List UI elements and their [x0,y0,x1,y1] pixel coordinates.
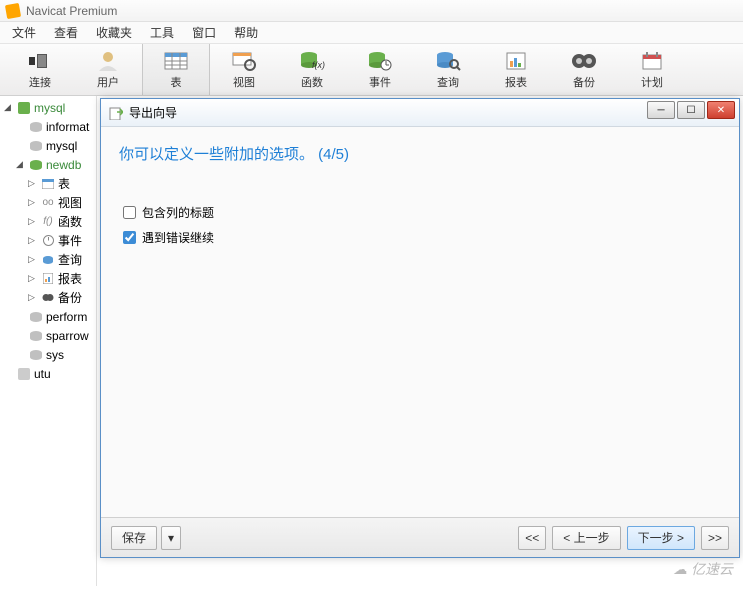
tool-connect[interactable]: 连接 [6,44,74,95]
checkbox-continue-on-error[interactable]: 遇到错误继续 [119,229,721,246]
toolbar: 连接 用户 表 视图 f(x) 函数 事件 查询 [0,44,743,96]
database-icon [29,329,43,343]
collapse-icon[interactable]: ◢ [4,102,14,113]
function-icon: f() [41,215,55,229]
app-titlebar: Navicat Premium [0,0,743,22]
report-icon [502,50,530,72]
export-icon [109,106,123,120]
view-icon [230,50,258,72]
database-icon [29,310,43,324]
expand-icon[interactable]: ▷ [28,178,38,189]
tree-backups[interactable]: ▷ 备份 [0,288,96,307]
server-icon [17,367,31,381]
tree-tables[interactable]: ▷ 表 [0,174,96,193]
view-icon: oo [41,196,55,210]
tool-query[interactable]: 查询 [414,44,482,95]
tool-func[interactable]: f(x) 函数 [278,44,346,95]
tool-event[interactable]: 事件 [346,44,414,95]
tool-backup[interactable]: 备份 [550,44,618,95]
event-icon [366,50,394,72]
prev-button[interactable]: < 上一步 [552,526,620,550]
user-icon [94,50,122,72]
dialog-footer: 保存 ▾ << < 上一步 下一步 > >> [101,517,739,557]
tree-reports[interactable]: ▷ 报表 [0,269,96,288]
query-icon [41,253,55,267]
tree-mysql-conn[interactable]: ◢ mysql [0,98,96,117]
svg-text:f(x): f(x) [312,60,325,70]
next-button[interactable]: 下一步 > [627,526,695,550]
watermark: ☁ 亿速云 [673,559,733,579]
chevron-down-icon: ▾ [168,531,174,545]
report-icon [41,272,55,286]
tree-queries[interactable]: ▷ 查询 [0,250,96,269]
tree-functions[interactable]: ▷f() 函数 [0,212,96,231]
menu-help[interactable]: 帮助 [234,24,258,41]
cloud-icon: ☁ [673,561,687,578]
function-icon: f(x) [298,50,326,72]
tool-user[interactable]: 用户 [74,44,142,95]
tree-db-sys[interactable]: sys [0,345,96,364]
tool-view[interactable]: 视图 [210,44,278,95]
minimize-button[interactable]: ─ [647,101,675,119]
plan-icon [638,50,666,72]
dialog-title: 导出向导 [129,104,177,121]
tree-events[interactable]: ▷ 事件 [0,231,96,250]
tree-db-mysql[interactable]: mysql [0,136,96,155]
save-button[interactable]: 保存 [111,526,157,550]
connection-tree: ◢ mysql informat mysql ◢ newdb ▷ 表 ▷oo 视… [0,96,97,586]
menu-view[interactable]: 查看 [54,24,78,41]
checkbox-include-header[interactable]: 包含列的标题 [119,204,721,221]
database-icon [29,120,43,134]
save-dropdown-button[interactable]: ▾ [161,526,181,550]
dialog-heading: 你可以定义一些附加的选项。 (4/5) [119,143,721,164]
backup-icon [41,291,55,305]
server-icon [17,101,31,115]
collapse-icon[interactable]: ◢ [16,159,26,170]
dialog-titlebar: 导出向导 ─ ☐ ✕ [101,99,739,127]
menu-window[interactable]: 窗口 [192,24,216,41]
tree-db-perform[interactable]: perform [0,307,96,326]
include-header-checkbox[interactable] [123,206,136,219]
close-button[interactable]: ✕ [707,101,735,119]
last-button[interactable]: >> [701,526,729,550]
table-icon [41,177,55,191]
table-icon [162,50,190,72]
continue-on-error-label: 遇到错误继续 [142,229,214,246]
tree-views[interactable]: ▷oo 视图 [0,193,96,212]
app-title: Navicat Premium [26,4,117,18]
menu-favorites[interactable]: 收藏夹 [96,24,132,41]
maximize-button[interactable]: ☐ [677,101,705,119]
menubar: 文件 查看 收藏夹 工具 窗口 帮助 [0,22,743,44]
menu-file[interactable]: 文件 [12,24,36,41]
continue-on-error-checkbox[interactable] [123,231,136,244]
query-icon [434,50,462,72]
tree-utu-conn[interactable]: utu [0,364,96,383]
include-header-label: 包含列的标题 [142,204,214,221]
plug-icon [26,50,54,72]
export-wizard-dialog: 导出向导 ─ ☐ ✕ 你可以定义一些附加的选项。 (4/5) 包含列的标题 遇到… [100,98,740,558]
database-icon [29,139,43,153]
tool-table[interactable]: 表 [142,44,210,95]
tree-db-information[interactable]: informat [0,117,96,136]
menu-tools[interactable]: 工具 [150,24,174,41]
tool-plan[interactable]: 计划 [618,44,686,95]
app-icon [5,2,21,18]
backup-icon [570,50,598,72]
tool-report[interactable]: 报表 [482,44,550,95]
dialog-body: 你可以定义一些附加的选项。 (4/5) 包含列的标题 遇到错误继续 [101,127,739,517]
clock-icon [41,234,55,248]
database-icon [29,348,43,362]
tree-db-sparrow[interactable]: sparrow [0,326,96,345]
tree-db-newdb[interactable]: ◢ newdb [0,155,96,174]
database-icon [29,158,43,172]
first-button[interactable]: << [518,526,546,550]
